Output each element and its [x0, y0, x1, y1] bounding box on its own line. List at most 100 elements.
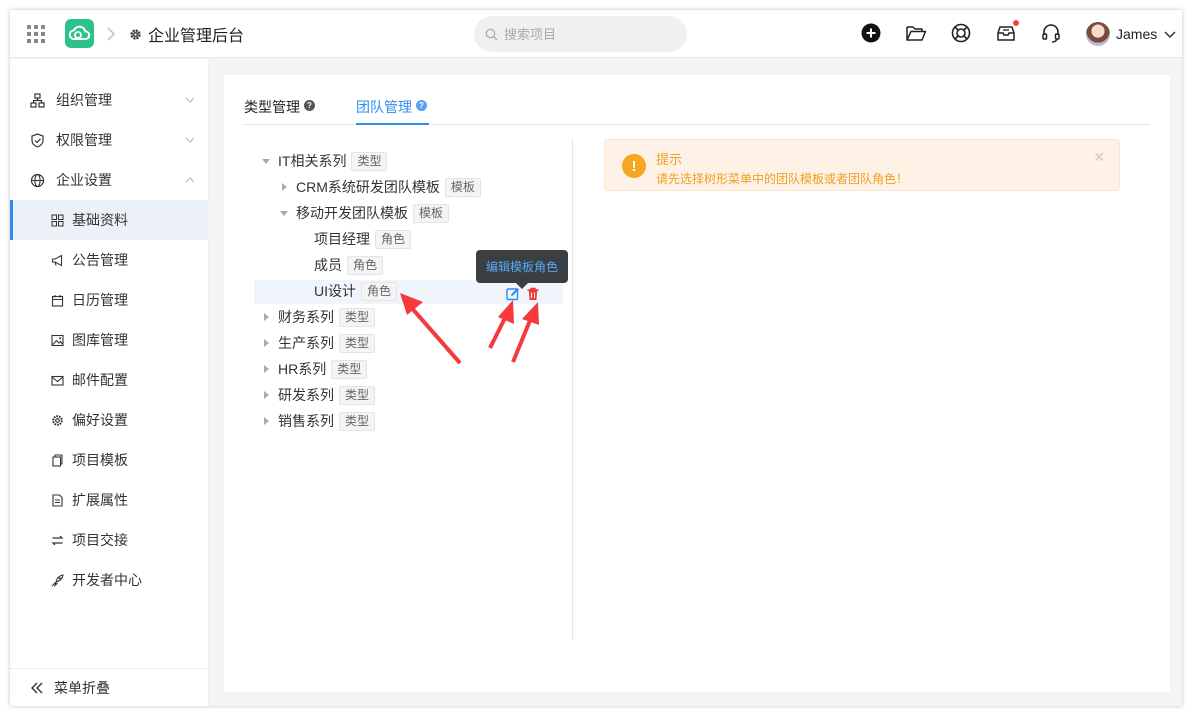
- tree-node-label: HR系列: [278, 361, 327, 377]
- sidebar-item-mail[interactable]: 邮件配置: [10, 360, 209, 400]
- node-tag: 类型: [339, 307, 376, 327]
- image-icon: [50, 333, 64, 347]
- sidebar-item-handover[interactable]: 项目交接: [10, 520, 209, 560]
- node-tag: 类型: [339, 411, 376, 431]
- edit-role-tooltip: 编辑模板角色: [476, 250, 568, 289]
- search-box[interactable]: [474, 16, 687, 52]
- caret-right-icon[interactable]: [264, 339, 269, 347]
- warning-icon: !: [622, 154, 646, 178]
- sidebar-item-announcement[interactable]: 公告管理: [10, 240, 209, 280]
- tab-bar: 类型管理 ? 团队管理 ?: [244, 95, 1150, 125]
- node-tag: 角色: [347, 255, 384, 275]
- sidebar-group-label: 组织管理: [56, 92, 112, 108]
- node-tag: 模板: [413, 203, 450, 223]
- folder-open-icon[interactable]: [905, 22, 927, 44]
- sidebar-group-enterprise[interactable]: 企业设置: [10, 160, 209, 200]
- sidebar-item-label: 基础资料: [72, 212, 128, 228]
- chevron-up-icon: [185, 177, 195, 183]
- node-tag: 角色: [375, 229, 412, 249]
- sidebar-item-label: 邮件配置: [72, 372, 128, 388]
- node-tag: 类型: [339, 385, 376, 405]
- inbox-icon[interactable]: [995, 20, 1019, 44]
- tree-node-label: CRM系统研发团队模板: [296, 179, 440, 195]
- double-chevron-left-icon: [31, 682, 43, 693]
- caret-right-icon[interactable]: [264, 391, 269, 399]
- sidebar-item-developer[interactable]: 开发者中心: [10, 560, 209, 600]
- caret-right-icon[interactable]: [264, 313, 269, 321]
- content-card: 类型管理 ? 团队管理 ? IT相关系列 类型 CRM系统研发团队模板 模板 移…: [224, 75, 1170, 692]
- breadcrumb-separator-icon: [106, 25, 116, 43]
- add-circle-icon[interactable]: [860, 22, 882, 44]
- tree-node-label: 移动开发团队模板: [296, 205, 408, 221]
- tab-team-management[interactable]: 团队管理 ?: [356, 97, 429, 125]
- search-input[interactable]: [504, 26, 654, 42]
- sidebar-item-extend-attr[interactable]: 扩展属性: [10, 480, 209, 520]
- tree-node-type[interactable]: 财务系列 类型: [262, 305, 376, 329]
- tab-label: 团队管理: [356, 99, 412, 115]
- tree-node-label: 项目经理: [314, 231, 370, 247]
- grid-icon: [50, 213, 64, 227]
- tree-node-type[interactable]: 销售系列 类型: [262, 409, 376, 433]
- delete-icon[interactable]: [526, 287, 540, 301]
- caret-right-icon[interactable]: [282, 183, 287, 191]
- node-tag: 类型: [339, 333, 376, 353]
- tab-label: 类型管理: [244, 99, 300, 115]
- cog-icon: [50, 413, 64, 427]
- sidebar-item-preference[interactable]: 偏好设置: [10, 400, 209, 440]
- copy-icon: [50, 453, 64, 467]
- app-window: 企业管理后台 James: [10, 10, 1182, 706]
- sidebar-group-label: 权限管理: [56, 132, 112, 148]
- tab-type-management[interactable]: 类型管理 ?: [244, 97, 315, 125]
- help-icon[interactable]: ?: [416, 100, 427, 111]
- tree-node-role-selected[interactable]: UI设计 角色: [314, 279, 398, 303]
- sidebar-item-project-template[interactable]: 项目模板: [10, 440, 209, 480]
- user-menu[interactable]: James: [1086, 21, 1177, 47]
- shield-icon: [29, 132, 45, 148]
- alert-message: 请先选择树形菜单中的团队模板或者团队角色！: [656, 172, 909, 186]
- menu-collapse-label: 菜单折叠: [54, 679, 110, 696]
- megaphone-icon: [50, 253, 64, 267]
- sidebar-item-label: 公告管理: [72, 252, 128, 268]
- document-icon: [50, 493, 64, 507]
- menu-collapse-button[interactable]: 菜单折叠: [10, 668, 209, 706]
- tip-alert: ! 提示 请先选择树形菜单中的团队模板或者团队角色！ ✕: [604, 139, 1120, 191]
- gear-icon: [130, 28, 141, 40]
- help-icon[interactable]: ?: [304, 100, 315, 111]
- alert-title: 提示: [656, 152, 683, 167]
- apps-grid-icon[interactable]: [27, 25, 45, 43]
- sidebar-item-basic-info[interactable]: 基础资料: [10, 200, 209, 240]
- tree-node-label: 成员: [314, 257, 342, 273]
- caret-right-icon[interactable]: [264, 365, 269, 373]
- sidebar-item-calendar[interactable]: 日历管理: [10, 280, 209, 320]
- tree-node-type[interactable]: HR系列 类型: [262, 357, 368, 381]
- sidebar-group-permission[interactable]: 权限管理: [10, 120, 209, 160]
- search-icon: [485, 28, 498, 40]
- sidebar-item-gallery[interactable]: 图库管理: [10, 320, 209, 360]
- tree-node-type[interactable]: 生产系列 类型: [262, 331, 376, 355]
- sidebar-group-org[interactable]: 组织管理: [10, 80, 209, 120]
- sidebar-item-label: 偏好设置: [72, 412, 128, 428]
- tree-node-type[interactable]: IT相关系列 类型: [262, 149, 388, 173]
- tree-node-role[interactable]: 项目经理 角色: [314, 227, 412, 251]
- chevron-down-icon: [1164, 31, 1176, 39]
- sidebar-item-label: 图库管理: [72, 332, 128, 348]
- sidebar: 组织管理 权限管理 企业设置 基础资料 公告管理 日历管理 图库管理 邮件配置 …: [10, 59, 209, 706]
- headset-icon[interactable]: [1040, 22, 1062, 44]
- page-title-text: 企业管理后台: [148, 28, 245, 45]
- tree-node-template[interactable]: CRM系统研发团队模板 模板: [280, 175, 481, 199]
- cloud-logo-icon[interactable]: [65, 19, 94, 48]
- caret-down-icon[interactable]: [262, 158, 270, 164]
- tree-node-template[interactable]: 移动开发团队模板 模板: [280, 201, 450, 225]
- lifebuoy-icon[interactable]: [950, 22, 972, 44]
- tree-node-label: 生产系列: [278, 335, 334, 351]
- tree-node-type[interactable]: 研发系列 类型: [262, 383, 376, 407]
- calendar-icon: [50, 293, 64, 307]
- swap-icon: [50, 533, 64, 547]
- tree-node-role[interactable]: 成员 角色: [314, 253, 384, 277]
- avatar: [1086, 22, 1110, 46]
- edit-icon[interactable]: [506, 287, 520, 301]
- caret-down-icon[interactable]: [280, 210, 288, 216]
- caret-right-icon[interactable]: [264, 417, 269, 425]
- node-tag: 类型: [351, 151, 388, 171]
- close-icon[interactable]: ✕: [1093, 149, 1105, 166]
